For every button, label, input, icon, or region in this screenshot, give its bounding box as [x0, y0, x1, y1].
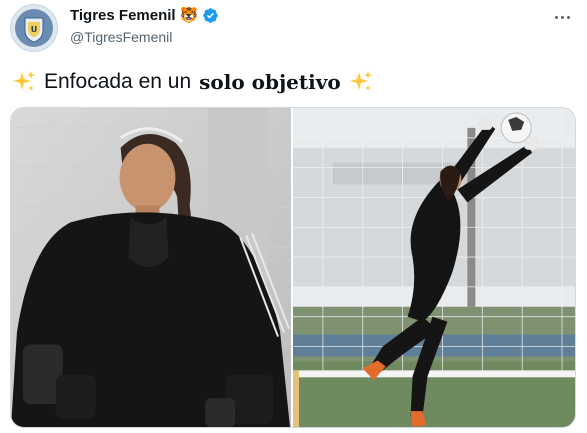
media-grid: [10, 107, 576, 428]
sparkles-icon: [349, 71, 372, 91]
avatar[interactable]: U: [10, 4, 58, 52]
author-name-row: Tigres Femenil 🐯: [70, 7, 219, 24]
verified-badge-icon: [203, 8, 219, 23]
sparkles-icon: [13, 71, 35, 91]
more-dot-icon: [560, 15, 564, 19]
tiger-emoji-icon: 🐯: [179, 7, 199, 24]
more-dot-icon: [566, 15, 570, 19]
more-dot-icon: [554, 15, 558, 19]
goalkeeper-portrait-photo: [11, 108, 291, 427]
media-photo-right[interactable]: [293, 108, 575, 427]
more-options-button[interactable]: [549, 4, 575, 30]
author-handle[interactable]: @TigresFemenil: [70, 29, 172, 45]
svg-text:U: U: [31, 25, 38, 34]
club-crest-icon: U: [15, 9, 53, 47]
tweet-text-bold: solo objetivo: [199, 70, 341, 94]
media-photo-left[interactable]: [11, 108, 291, 427]
tweet-card: U Tigres Femenil 🐯 @TigresFemenil Enfoca…: [0, 0, 587, 433]
tweet-text: Enfocada en un solo objetivo: [12, 68, 373, 96]
goalkeeper-save-photo: [293, 108, 575, 427]
tweet-text-prefix: Enfocada en un: [44, 70, 192, 93]
display-name[interactable]: Tigres Femenil: [70, 7, 176, 24]
